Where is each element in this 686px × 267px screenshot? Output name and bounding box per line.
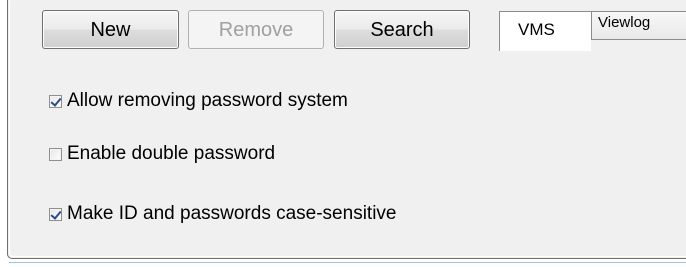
remove-button[interactable]: Remove bbox=[188, 10, 324, 49]
option-allow-removing-password[interactable]: Allow removing password system bbox=[49, 91, 348, 111]
option-enable-double-password[interactable]: Enable double password bbox=[49, 144, 275, 164]
checkbox-allow-removing-password[interactable] bbox=[49, 94, 62, 108]
new-button[interactable]: New bbox=[42, 10, 179, 49]
checkbox-case-sensitive[interactable] bbox=[49, 207, 62, 221]
tab-strip-divider bbox=[591, 39, 686, 40]
option-label: Make ID and passwords case-sensitive bbox=[67, 203, 397, 224]
option-label: Allow removing password system bbox=[67, 90, 348, 111]
window-edge bbox=[9, 262, 686, 263]
tab-viewlog[interactable]: Viewlog bbox=[591, 11, 686, 40]
search-button[interactable]: Search bbox=[334, 10, 470, 49]
option-case-sensitive[interactable]: Make ID and passwords case-sensitive bbox=[49, 204, 396, 224]
option-label: Enable double password bbox=[67, 143, 276, 164]
checkbox-enable-double-password[interactable] bbox=[49, 147, 62, 161]
tab-vms[interactable]: VMS bbox=[499, 11, 591, 51]
